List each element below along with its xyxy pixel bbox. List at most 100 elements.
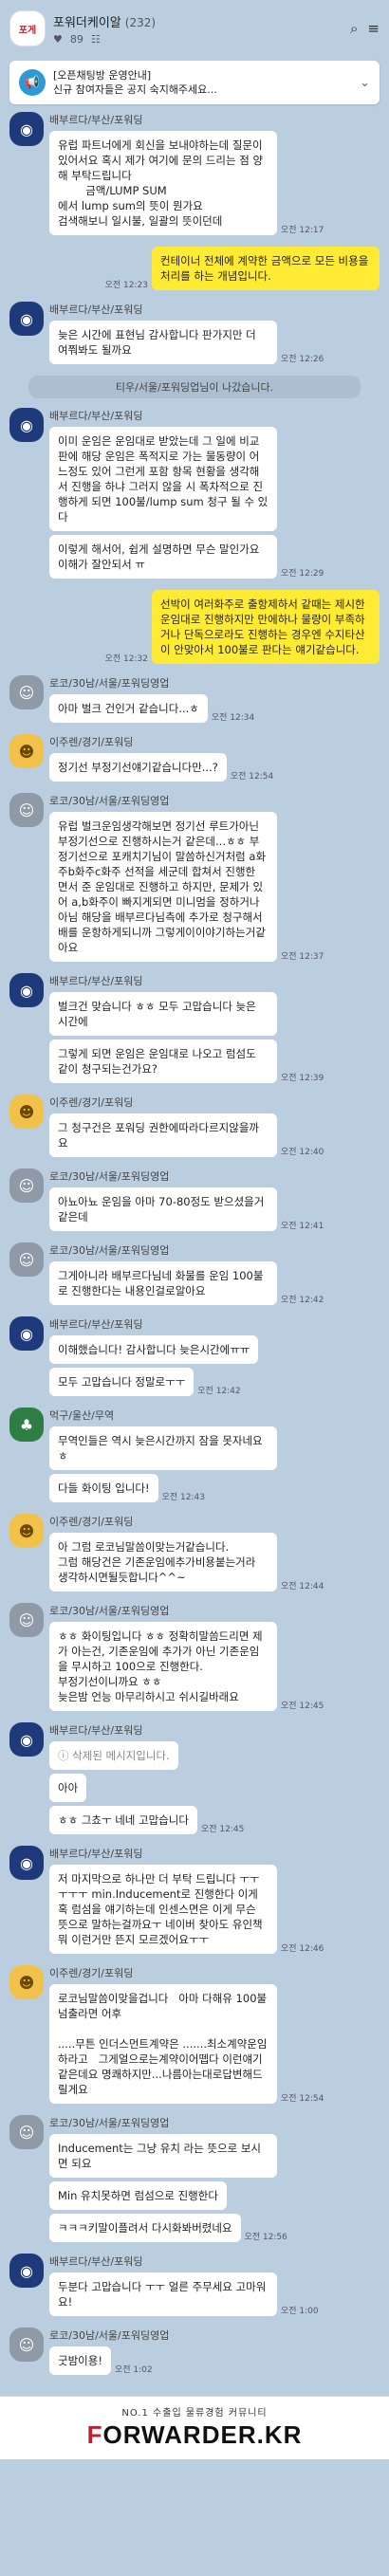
message-bubble[interactable]: 아 그럼 로코님말씀이맞는거같습니다. 그럼 해당건은 기존운임에추가비용붙는거… [49, 1533, 277, 1592]
sender-name[interactable]: 로코/30남/서울/포워딩영업 [49, 1168, 380, 1184]
sender-name[interactable]: 배부르다/부산/포워딩 [49, 973, 380, 988]
message-time: 오전 12:45 [200, 1825, 245, 1834]
message-list[interactable]: ◉ 배부르다/부산/포워딩 유럽 파트너에게 회신을 보내야하는데 질문이 있어서요… [0, 112, 389, 2396]
avatar[interactable]: ☺ [9, 1168, 44, 1203]
message-bubble[interactable]: 이렇게 해서어, 쉽게 설명하면 무슨 말인가요 이해가 잘안되서 ㅠ [49, 535, 277, 579]
message-bubble[interactable]: 로코님말씀이맞을겁니다 아마 다해유 100불 넘출라면 어후 .....무튼 … [49, 1984, 277, 2104]
sender-name[interactable]: 먹구/울산/무역 [49, 1408, 380, 1423]
notice-body: 신규 참여자들은 공지 숙지해주세요... [53, 83, 217, 96]
people-icon[interactable]: ☷ [91, 33, 101, 46]
avatar[interactable]: ☻ [9, 1514, 44, 1548]
avatar[interactable]: ☺ [9, 1242, 44, 1277]
message-bubble[interactable]: 아뇨아뇨 운임을 아마 70-80정도 받으셨을거 같은데 [49, 1187, 277, 1231]
sender-name[interactable]: 로코/30남/서울/포워딩영업 [49, 1242, 380, 1258]
sender-name[interactable]: 배부르다/부산/포워딩 [49, 1722, 380, 1738]
message-bubble[interactable]: 이해했습니다! 감사합니다 늦은시간에ㅠㅠ [49, 1335, 259, 1364]
avatar[interactable]: ◉ [9, 1722, 44, 1757]
message: ♣ 먹구/울산/무역무역인들은 역시 늦은시간까지 잠을 못자네요 ㅎ 다들 화이팅… [9, 1408, 380, 1506]
message-bubble[interactable]: 컨테이너 전체에 계약한 금액으로 모든 비용을 처리를 하는 개념입니다. [152, 247, 380, 290]
message: ◉ 배부르다/부산/포워딩 두분다 고맙습니다 ㅜㅜ 얼른 주무세요 고마워요! 오전… [9, 2254, 380, 2320]
message-bubble[interactable]: 아마 벌크 건인거 같습니다...ㅎ [49, 694, 208, 723]
message-bubble[interactable]: 벌크건 맞습니다 ㅎㅎ 모두 고맙습니다 늦은 시간에 [49, 992, 277, 1036]
member-count: (232) [124, 15, 157, 29]
message-bubble[interactable]: 선박이 여러화주로 출항제하서 같때는 제시한 운임대로 진행하지만 만에하나 … [152, 590, 380, 664]
my-message: 컨테이너 전체에 계약한 금액으로 모든 비용을 처리를 하는 개념입니다. 오전… [9, 247, 380, 294]
avatar[interactable]: ◉ [9, 302, 44, 336]
message-bubble[interactable]: 정기선 부정기선얘기같습니다만...? [49, 753, 227, 782]
message-bubble[interactable]: 모두 고맙습니다 정말로ㅜㅜ [49, 1368, 194, 1396]
deleted-message-bubble[interactable]: ⓘ 삭제된 메시지입니다. [49, 1741, 178, 1770]
sender-name[interactable]: 로코/30남/서울/포워딩영업 [49, 2328, 380, 2343]
sender-name[interactable]: 로코/30남/서울/포워딩영업 [49, 2115, 380, 2130]
message-bubble[interactable]: 굿밤이용! [49, 2346, 111, 2375]
message-bubble[interactable]: 유럽 벌크운임생각해보면 정기선 루트가아닌 부정기선으로 진행하시는거 같은데… [49, 812, 277, 962]
sender-name[interactable]: 배부르다/부산/포워딩 [49, 1316, 380, 1332]
sender-name[interactable]: 이주렌/경기/포워딩 [49, 1514, 380, 1529]
message: ◉ 배부르다/부산/포워딩늦은 시간에 표현님 감사합니다 판가지만 더 여쭤봐도… [9, 302, 380, 368]
system-message: 티우/서울/포워딩업님이 나갔습니다. [28, 376, 361, 398]
message-time: 오전 12:29 [281, 569, 324, 579]
sender-name[interactable]: 이주렌/경기/포워딩 [49, 734, 380, 749]
notice-banner[interactable]: 📢 [오픈채팅방 운영안내] 신규 참여자들은 공지 숙지해주세요... ⌄ [9, 61, 380, 104]
message: ☺ 로코/30남/서울/포워딩영업 아마 벌크 건인거 같습니다...ㅎ 오전 12:… [9, 675, 380, 727]
avatar[interactable]: ◉ [9, 1846, 44, 1880]
sender-name[interactable]: 이주렌/경기/포워딩 [49, 1095, 380, 1110]
avatar[interactable]: ◉ [9, 408, 44, 442]
avatar[interactable]: ◉ [9, 1316, 44, 1351]
sender-name[interactable]: 이주렌/경기/포워딩 [49, 1965, 380, 1980]
message-bubble[interactable]: Inducement는 그냥 유치 라는 뜻으로 보시면 되요 [49, 2134, 277, 2178]
sender-name[interactable]: 배부르다/부산/포워딩 [49, 408, 380, 423]
sender-name[interactable]: 배부르다/부산/포워딩 [49, 302, 380, 317]
avatar[interactable]: ☻ [9, 1095, 44, 1129]
message-bubble[interactable]: 무역인들은 역시 늦은시간까지 잠을 못자네요 ㅎ [49, 1426, 277, 1470]
chevron-down-icon[interactable]: ⌄ [360, 76, 370, 90]
sender-name[interactable]: 로코/30남/서울/포워딩영업 [49, 1603, 380, 1618]
message-bubble[interactable]: 그게아니라 배부르다님네 화물를 운임 100불로 진행한다는 내용인걸로알아요 [49, 1261, 277, 1305]
footer-banner: NO.1 수출입 물류경험 커뮤니티 FORWARDER.KR [0, 2396, 389, 2459]
avatar[interactable]: ◉ [9, 2254, 44, 2288]
my-message: 선박이 여러화주로 출항제하서 같때는 제시한 운임대로 진행하지만 만에하나 … [9, 590, 380, 668]
avatar[interactable]: ◉ [9, 973, 44, 1007]
message-bubble[interactable]: 그렇게 되면 운임은 운임대로 나오고 럼섬도 같이 청구되는건가요? [49, 1040, 277, 1083]
message-time: 오전 12:37 [281, 952, 324, 962]
message-time: 오전 12:42 [281, 1296, 324, 1305]
message-bubble[interactable]: 늦은 시간에 표현님 감사합니다 판가지만 더 여쭤봐도 될까요 [49, 321, 277, 364]
message-bubble[interactable]: Min 유치못하면 럼섬으로 진행한다 [49, 2181, 227, 2210]
message-bubble[interactable]: 아아 [49, 1774, 87, 1802]
message-bubble[interactable]: ㅎㅎ 화이팅입니다 ㅎㅎ 정확히말씀드리면 제가 아는건, 기존운임에 추가가 … [49, 1622, 277, 1711]
message-bubble[interactable]: ㅋㅋㅋ키말이플려서 다시화봐버렸네요 [49, 2214, 241, 2242]
message: ☺ 로코/30남/서울/포워딩영업 ㅎㅎ 화이팅입니다 ㅎㅎ 정확히말씀드리면 제가… [9, 1603, 380, 1715]
avatar[interactable]: ☻ [9, 1965, 44, 1999]
sender-name[interactable]: 배부르다/부산/포워딩 [49, 1846, 380, 1861]
message-bubble[interactable]: ㅎㅎ 그쵸ㅜ 네네 고맙습니다 [49, 1806, 197, 1834]
message-bubble[interactable]: 유럽 파트너에게 회신을 보내야하는데 질문이 있어서요 혹시 제가 여기에 문… [49, 131, 277, 235]
message-bubble[interactable]: 이미 운임은 운임대로 받았는데 그 일에 비교 판에 해당 운임은 폭적지로 … [49, 427, 277, 531]
sender-name[interactable]: 배부르다/부산/포워딩 [49, 2254, 380, 2269]
sender-name[interactable]: 로코/30남/서울/포워딩영업 [49, 793, 380, 808]
message-time: 오전 12:54 [281, 2094, 324, 2104]
search-icon[interactable]: ⌕ [350, 20, 358, 37]
message-bubble[interactable]: 두분다 고맙습니다 ㅜㅜ 얼른 주무세요 고마워요! [49, 2272, 277, 2316]
room-title: 포워더케이알 [53, 15, 121, 30]
message-bubble[interactable]: 다들 화이팅 입니다! [49, 1474, 158, 1502]
avatar[interactable]: ☺ [9, 1603, 44, 1637]
avatar[interactable]: ◉ [9, 112, 44, 146]
avatar[interactable]: ☺ [9, 2328, 44, 2362]
like-count: 89 [69, 32, 83, 46]
avatar[interactable]: ♣ [9, 1408, 44, 1442]
message-time: 오전 12:23 [104, 281, 148, 290]
menu-icon[interactable]: ≡ [367, 20, 380, 37]
sender-name[interactable]: 로코/30남/서울/포워딩영업 [49, 675, 380, 690]
avatar[interactable]: ☺ [9, 793, 44, 827]
message-time: 오전 12:41 [281, 1222, 324, 1231]
message-bubble[interactable]: 저 마지막으로 하나만 더 부탁 드립니다 ㅜㅜ ㅜㅜㅜ min.Inducem… [49, 1865, 277, 1954]
message-time: 오전 1:02 [114, 2365, 153, 2375]
avatar[interactable]: ☺ [9, 2115, 44, 2149]
avatar[interactable]: ☻ [9, 734, 44, 768]
message-bubble[interactable]: 그 청구건은 포워딩 권한에따라다르지않을까요 [49, 1113, 277, 1157]
sender-name[interactable]: 배부르다/부산/포워딩 [49, 112, 380, 127]
avatar[interactable]: ☺ [9, 675, 44, 709]
message-time: 오전 12:39 [281, 1074, 324, 1083]
message-time: 오전 12:17 [281, 226, 324, 235]
room-thumbnail[interactable]: 포게 [9, 10, 46, 46]
